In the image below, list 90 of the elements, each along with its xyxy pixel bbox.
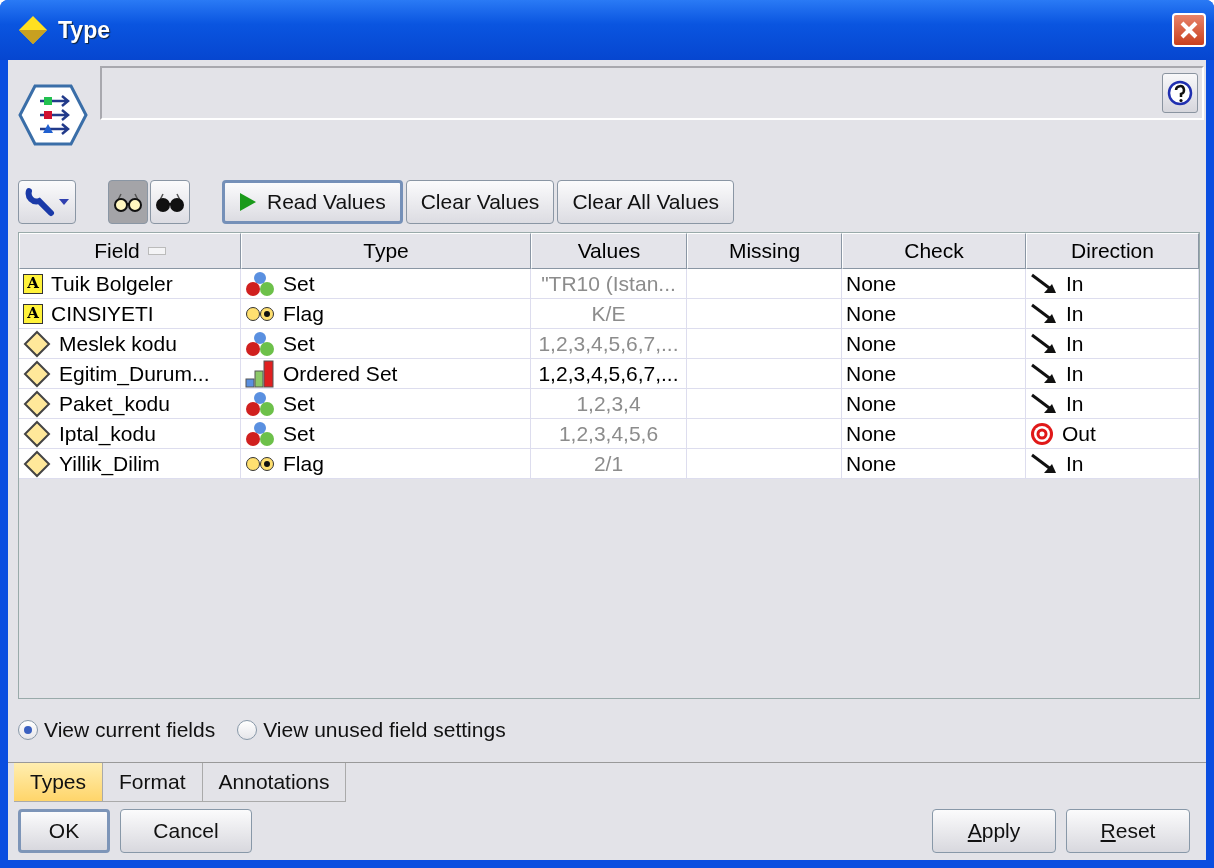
help-button[interactable] <box>1162 73 1198 113</box>
circles-icon <box>245 270 275 297</box>
flag-type-icon <box>245 305 275 322</box>
string-storage-icon: A <box>23 303 43 324</box>
bar-chart-icon <box>245 359 275 388</box>
table-cell: In <box>1066 361 1084 386</box>
table-cell: None <box>846 421 897 446</box>
table-cell: Set <box>283 331 315 356</box>
arrow-icon <box>1030 392 1058 415</box>
table-cell: Ordered Set <box>283 361 398 386</box>
circles-icon <box>245 390 275 417</box>
table-cell: 1,2,3,4 <box>576 391 641 416</box>
caret-icon <box>59 199 69 206</box>
tab[interactable]: Types <box>14 763 104 803</box>
table-cell: Out <box>1062 421 1096 446</box>
table-cell: Meslek kodu <box>59 331 177 356</box>
dialog-button[interactable]: OK <box>18 809 110 854</box>
column-header[interactable]: Direction <box>1026 233 1199 270</box>
table-cell: 1,2,3,4,5,6,7,... <box>538 331 679 356</box>
dialog-button[interactable]: Cancel <box>120 809 252 854</box>
glasses-icon <box>113 192 143 213</box>
glasses-icon <box>155 192 185 213</box>
arrow-icon <box>1030 332 1058 355</box>
table-cell: Paket_kodu <box>59 391 170 416</box>
circles-icon <box>245 420 275 447</box>
table-cell: None <box>846 391 897 416</box>
tab[interactable]: Format <box>103 763 203 803</box>
toolbar-button[interactable]: Read Values <box>222 180 403 225</box>
table-cell: None <box>846 301 897 326</box>
table-cell: 1,2,3,4,5,6,7,... <box>538 361 679 386</box>
diamond-icon <box>18 15 48 45</box>
table-cell: In <box>1066 301 1084 326</box>
arrow-icon <box>1030 362 1058 385</box>
table-cell: 1,2,3,4,5,6 <box>558 421 659 446</box>
table-cell: "TR10 (Istan... <box>541 271 676 296</box>
close-button[interactable] <box>1172 13 1206 47</box>
diamond-icon <box>23 329 51 358</box>
table-cell: In <box>1066 271 1084 296</box>
column-header[interactable]: Missing <box>687 233 842 270</box>
tab[interactable]: Annotations <box>202 763 347 803</box>
diamond-icon <box>23 419 51 448</box>
table-cell: 2/1 <box>593 451 624 476</box>
description-field[interactable] <box>100 66 1204 120</box>
diamond-icon <box>23 449 51 478</box>
column-header[interactable]: Check <box>842 233 1026 270</box>
table-cell: Set <box>283 421 315 446</box>
tools-menu-button[interactable] <box>18 180 76 225</box>
window-title: Type <box>58 16 110 44</box>
column-header[interactable]: Values <box>531 233 687 270</box>
toolbar-button[interactable]: Clear Values <box>405 180 555 225</box>
diamond-icon <box>23 389 51 418</box>
radio-option[interactable]: View unused field settings <box>237 718 506 743</box>
wrench-icon <box>25 187 57 218</box>
column-header[interactable]: Field <box>19 233 241 270</box>
glasses-toggle[interactable] <box>150 180 190 225</box>
toolbar-button[interactable]: Clear All Values <box>557 180 735 225</box>
help-icon <box>1167 80 1193 106</box>
table-cell: None <box>846 361 897 386</box>
table-cell: In <box>1066 331 1084 356</box>
dialog-button[interactable]: Reset <box>1066 809 1190 854</box>
play-icon <box>239 192 257 213</box>
table-cell: Iptal_kodu <box>59 421 156 446</box>
table-cell: Set <box>283 271 315 296</box>
table-cell: K/E <box>591 301 626 326</box>
table-cell: In <box>1066 451 1084 476</box>
table-cell: None <box>846 451 897 476</box>
arrow-icon <box>1030 302 1058 325</box>
glasses-toggle[interactable] <box>108 180 148 225</box>
table-cell: Tuik Bolgeler <box>51 271 173 296</box>
table-cell: Flag <box>283 301 324 326</box>
arrow-icon <box>1030 452 1058 475</box>
table-cell: Egitim_Durum... <box>59 361 210 386</box>
table-cell: Flag <box>283 451 324 476</box>
table-cell: Yillik_Dilim <box>59 451 160 476</box>
sort-icon <box>147 247 166 256</box>
close-icon <box>1178 19 1200 41</box>
column-header[interactable]: Type <box>241 233 531 270</box>
table-cell: In <box>1066 391 1084 416</box>
arrow-icon <box>1030 272 1058 295</box>
string-storage-icon: A <box>23 273 43 294</box>
table-cell: None <box>846 271 897 296</box>
table-cell: Set <box>283 391 315 416</box>
type-node-icon <box>18 84 88 146</box>
radio-option[interactable]: View current fields <box>18 718 216 743</box>
dialog-button[interactable]: Apply <box>932 809 1056 854</box>
circles-icon <box>245 330 275 357</box>
table-cell: CINSIYETI <box>51 301 154 326</box>
diamond-icon <box>23 359 51 388</box>
flag-type-icon <box>245 455 275 472</box>
table-cell: None <box>846 331 897 356</box>
